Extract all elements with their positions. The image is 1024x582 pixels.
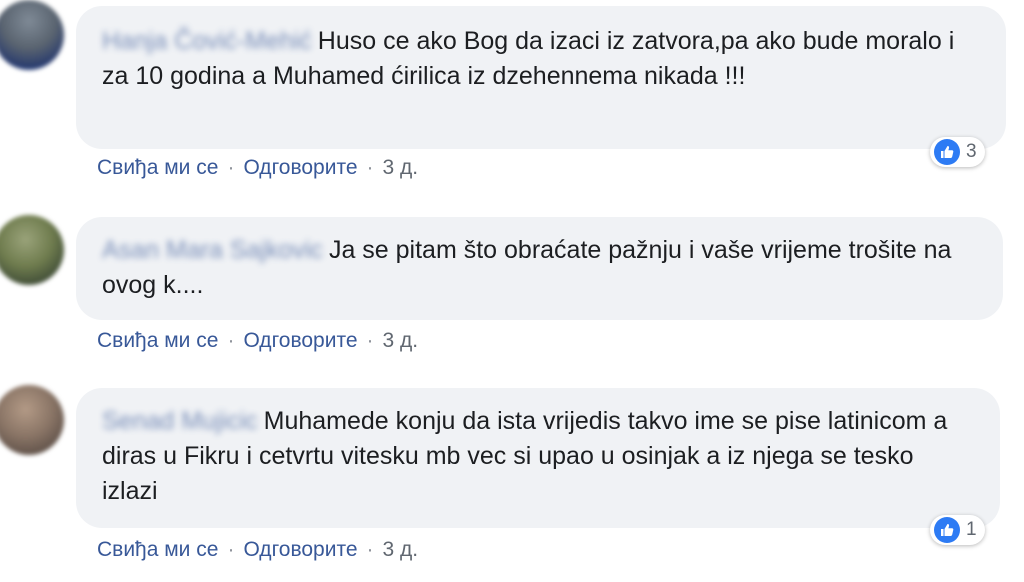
avatar[interactable]: [0, 0, 64, 70]
like-link[interactable]: Свиђа ми се: [97, 329, 218, 353]
separator: ·: [366, 156, 374, 179]
separator: ·: [366, 329, 374, 352]
comment-bubble: Asan Mara Sajkovic Ja se pitam što obraća…: [76, 217, 1003, 320]
reply-link[interactable]: Одговорите: [243, 538, 357, 562]
timestamp[interactable]: 3 д.: [383, 329, 419, 353]
timestamp[interactable]: 3 д.: [383, 538, 419, 562]
thumbs-up-icon: [934, 139, 960, 165]
comment-author[interactable]: Senad Mujicic: [102, 407, 258, 435]
comment-bubble: Hanja Čović-Mehić Huso ce ako Bog da izac…: [76, 6, 1006, 149]
reaction-count: 1: [966, 519, 977, 540]
reply-link[interactable]: Одговорите: [243, 329, 357, 353]
separator: ·: [227, 329, 235, 352]
comment-bubble: Senad Mujicic Muhamede konju da ista vrij…: [76, 388, 1000, 528]
comment-author[interactable]: Hanja Čović-Mehić: [102, 27, 312, 55]
like-link[interactable]: Свиђа ми се: [97, 156, 218, 180]
comment-author[interactable]: Asan Mara Sajkovic: [102, 236, 323, 264]
reply-link[interactable]: Одговорите: [243, 156, 357, 180]
reaction-summary[interactable]: 1: [930, 515, 985, 545]
separator: ·: [366, 538, 374, 561]
avatar[interactable]: [0, 215, 64, 285]
thumbs-up-icon: [934, 517, 960, 543]
reaction-summary[interactable]: 3: [930, 137, 985, 167]
comment-actions: Свиђа ми се · Одговорите · 3 д.: [97, 329, 418, 353]
comment-actions: Свиђа ми се · Одговорите · 3 д.: [97, 538, 418, 562]
separator: ·: [227, 538, 235, 561]
separator: ·: [227, 156, 235, 179]
timestamp[interactable]: 3 д.: [383, 156, 419, 180]
reaction-count: 3: [966, 141, 977, 162]
comment-actions: Свиђа ми се · Одговорите · 3 д.: [97, 156, 418, 180]
like-link[interactable]: Свиђа ми се: [97, 538, 218, 562]
avatar[interactable]: [0, 385, 64, 455]
